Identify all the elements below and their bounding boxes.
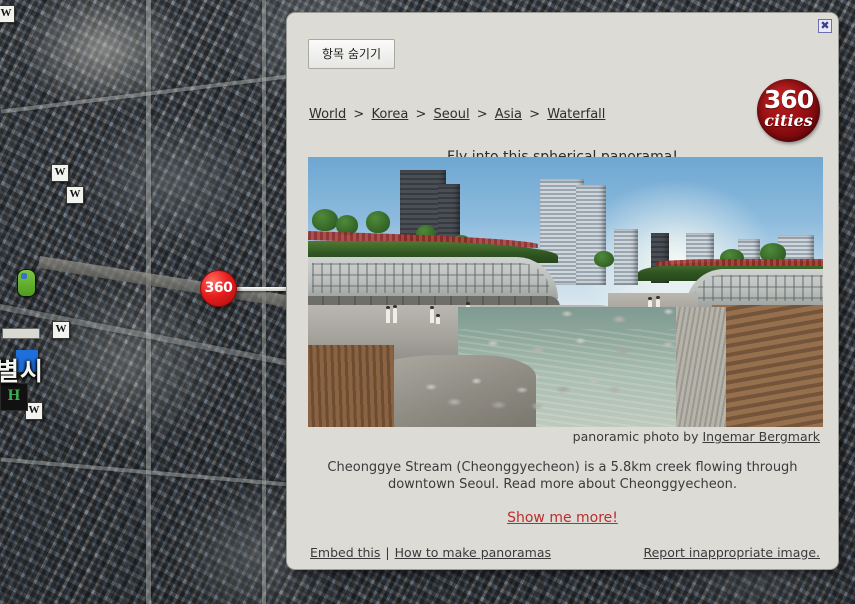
screen: W W W W W H 별시 360 ✖ 항목 숨기기 360 cities W… <box>0 0 855 604</box>
map-city-label: 별시 <box>0 357 45 386</box>
breadcrumb-separator: > <box>529 107 541 122</box>
wikipedia-marker-icon[interactable]: W <box>0 5 15 23</box>
report-inappropriate-link[interactable]: Report inappropriate image. <box>643 545 820 560</box>
footer-links-right: Report inappropriate image. <box>643 545 820 560</box>
breadcrumb-item-korea[interactable]: Korea <box>371 107 408 122</box>
pano-wood-deck-left <box>308 345 394 427</box>
pano-person <box>393 305 397 323</box>
breadcrumb-separator: > <box>476 107 488 122</box>
panorama-360-marker[interactable]: 360 <box>200 270 237 307</box>
wikipedia-marker-icon[interactable]: W <box>66 186 84 204</box>
breadcrumb-item-seoul[interactable]: Seoul <box>434 107 470 122</box>
show-more-container: Show me more! <box>287 509 838 527</box>
photographer-link[interactable]: Ingemar Bergmark <box>702 429 820 444</box>
panorama-info-dialog: ✖ 항목 숨기기 360 cities World > Korea > Seou… <box>286 12 839 570</box>
map-road-diagonal <box>0 298 304 369</box>
panorama-image[interactable] <box>308 157 823 427</box>
pano-tree <box>594 251 614 267</box>
pano-person <box>386 306 390 323</box>
wikipedia-marker-icon[interactable]: W <box>52 321 70 339</box>
breadcrumb: World > Korea > Seoul > Asia > Waterfall <box>309 107 605 122</box>
pano-building-right-tower-b <box>576 185 606 285</box>
how-to-make-panoramas-link[interactable]: How to make panoramas <box>395 545 551 560</box>
breadcrumb-item-world[interactable]: World <box>309 107 346 122</box>
breadcrumb-item-asia[interactable]: Asia <box>495 107 522 122</box>
pano-wood-deck-right <box>712 305 823 427</box>
pano-bank-rocks <box>418 363 548 423</box>
hide-items-button[interactable]: 항목 숨기기 <box>308 39 396 69</box>
show-me-more-link[interactable]: Show me more! <box>507 510 618 526</box>
breadcrumb-separator: > <box>415 107 427 122</box>
pano-person <box>436 314 440 324</box>
map-tile-label <box>2 328 40 339</box>
close-icon[interactable]: ✖ <box>818 19 832 33</box>
breadcrumb-item-waterfall[interactable]: Waterfall <box>547 107 605 122</box>
pano-deck-cobbles <box>676 307 726 427</box>
embed-this-link[interactable]: Embed this <box>310 545 380 560</box>
map-road-lower <box>0 457 290 487</box>
logo-line-2: cities <box>764 111 813 130</box>
logo-line-1: 360 <box>763 85 814 114</box>
pano-building-far-right <box>614 229 638 285</box>
wikipedia-marker-icon[interactable]: W <box>51 164 69 182</box>
360cities-logo[interactable]: 360 cities <box>757 79 820 142</box>
pano-wall-relief-right <box>694 275 823 301</box>
map-pin-green[interactable] <box>17 269 36 297</box>
photo-credit: panoramic photo by Ingemar Bergmark <box>573 429 820 444</box>
pano-tree <box>366 211 390 233</box>
pano-flower-terrace-right <box>656 259 823 266</box>
pano-wall-relief <box>312 263 550 293</box>
map-elevated-band <box>38 256 307 311</box>
panorama-description: Cheonggye Stream (Cheonggyecheon) is a 5… <box>327 460 798 492</box>
footer-links-left: Embed this | How to make panoramas <box>310 545 551 560</box>
pano-tree <box>312 209 338 231</box>
footer-separator: | <box>385 545 390 560</box>
map-road-top <box>0 74 290 114</box>
pano-person <box>430 306 434 323</box>
photo-credit-prefix: panoramic photo by <box>572 429 703 444</box>
breadcrumb-separator: > <box>353 107 365 122</box>
